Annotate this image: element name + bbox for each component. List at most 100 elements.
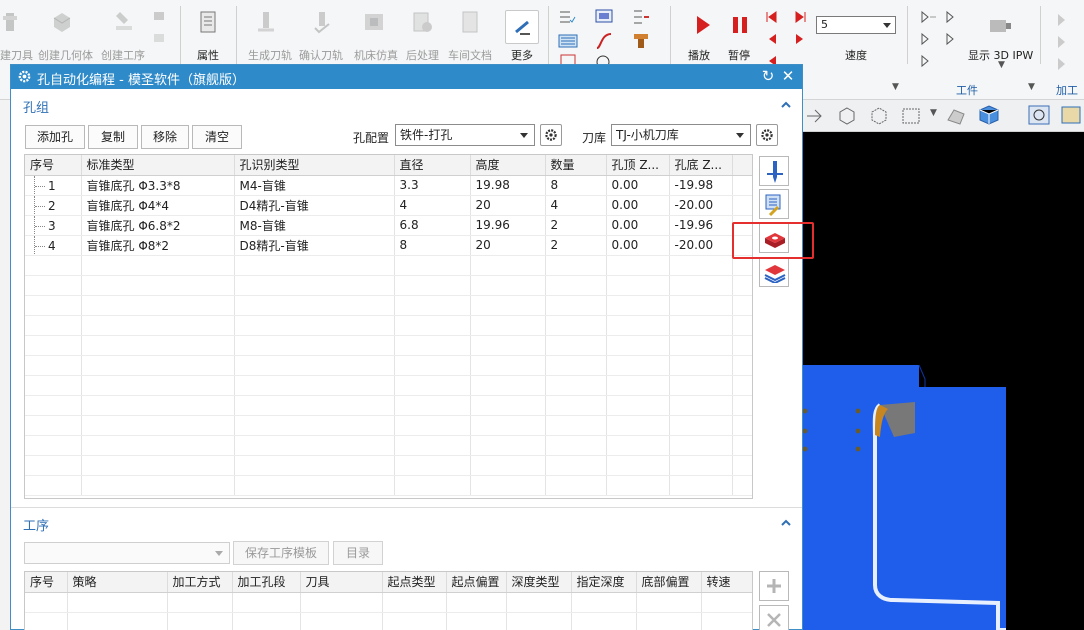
ipw-dropdown-arrow[interactable]: ▼ <box>998 60 1005 70</box>
col-header[interactable]: 加工方式 <box>167 572 233 593</box>
workpiece-e-icon[interactable] <box>945 32 963 46</box>
workpiece-b-icon[interactable] <box>920 32 938 46</box>
workpiece-c-icon[interactable] <box>920 54 938 68</box>
create-operation-icon[interactable] <box>112 10 136 34</box>
col-header[interactable]: 标准类型 <box>81 155 235 176</box>
operation-table[interactable]: 序号 策略 加工方式 加工孔段 刀具 起点类型 起点偏置 深度类型 指定深度 底… <box>24 571 753 630</box>
dialog-titlebar[interactable]: 孔自动化编程 - 模圣软件（旗舰版） ↻ ✕ <box>11 65 802 89</box>
save-template-button[interactable]: 保存工序模板 <box>233 541 329 565</box>
solid-shape-icon[interactable] <box>945 106 967 126</box>
step-back-icon[interactable] <box>764 10 778 24</box>
machining-b-icon[interactable] <box>1050 34 1068 50</box>
ribbon-item-generate[interactable]: 生成刀轨 <box>248 47 292 63</box>
zoom-fit-icon[interactable] <box>1027 104 1051 126</box>
ribbon-item-shop-docs[interactable]: 车间文档 <box>448 47 492 63</box>
table-row[interactable]: 1 盲锥底孔 Φ3.3*8 M4-盲锥 3.3 19.98 8 0.00 -19… <box>25 175 752 196</box>
list-check-icon[interactable] <box>558 8 576 26</box>
col-header[interactable]: 孔底 Z... <box>669 155 733 176</box>
ribbon-item-simulate[interactable]: 机床仿真 <box>354 47 398 63</box>
collapse-icon[interactable] <box>780 517 792 529</box>
col-header[interactable]: 加工孔段 <box>232 572 301 593</box>
col-header[interactable]: 数量 <box>545 155 607 176</box>
cube-select-icon[interactable] <box>869 106 889 126</box>
hole-config-settings-button[interactable] <box>540 124 562 146</box>
rewind-icon[interactable] <box>764 32 778 46</box>
table-row[interactable]: 4 盲锥底孔 Φ8*2 D8精孔-盲锥 8 20 2 0.00 -20.00 <box>25 235 752 256</box>
hole-params-button[interactable] <box>759 189 789 219</box>
col-header[interactable]: 直径 <box>394 155 471 176</box>
shop-doc-icon[interactable] <box>458 10 482 34</box>
machining-a-icon[interactable] <box>1050 12 1068 28</box>
chevron-down-icon[interactable]: ▼ <box>930 108 937 118</box>
col-header[interactable]: 指定深度 <box>571 572 637 593</box>
add-operation-button[interactable] <box>759 571 789 601</box>
graphics-viewport[interactable] <box>803 155 1084 630</box>
view-cube-icon[interactable] <box>977 104 1001 126</box>
catalog-button[interactable]: 目录 <box>333 541 383 565</box>
hole-table[interactable]: 序号 标准类型 孔识别类型 直径 高度 数量 孔顶 Z... 孔底 Z... 1… <box>24 154 753 499</box>
col-header[interactable]: 转速 <box>701 572 752 593</box>
ribbon-item-create-operation[interactable]: 创建工序 <box>101 47 145 63</box>
play-icon[interactable] <box>693 14 713 36</box>
ribbon-item-create-geometry[interactable]: 创建几何体 <box>38 47 93 63</box>
group-dropdown-arrow[interactable]: ▼ <box>1028 82 1035 92</box>
hole-config-select[interactable]: 铁件-打孔 <box>395 124 535 146</box>
table-row[interactable]: 3 盲锥底孔 Φ6.8*2 M8-盲锥 6.8 19.96 2 0.00 -19… <box>25 215 752 236</box>
col-header[interactable]: 起点偏置 <box>446 572 507 593</box>
ribbon-item-verify[interactable]: 确认刀轨 <box>299 47 343 63</box>
drill-tool-button[interactable] <box>759 156 789 186</box>
view-mode-icon[interactable] <box>1059 104 1083 126</box>
verify-toolpath-icon[interactable] <box>310 10 334 34</box>
ribbon-item-properties[interactable]: 属性 <box>197 47 219 63</box>
multi-block-button[interactable] <box>759 257 789 287</box>
table-row[interactable]: 2 盲锥底孔 Φ4*4 D4精孔-盲锥 4 20 4 0.00 -20.00 <box>25 195 752 216</box>
arrow-icon[interactable] <box>805 106 825 126</box>
clear-button[interactable]: 清空 <box>192 125 242 149</box>
workpiece-a-icon[interactable] <box>920 10 938 24</box>
col-header[interactable]: 起点类型 <box>382 572 447 593</box>
ribbon-item-more[interactable]: 更多 <box>511 47 533 63</box>
display-icon[interactable] <box>595 8 613 26</box>
col-header[interactable]: 底部偏置 <box>636 572 702 593</box>
remove-button[interactable]: 移除 <box>141 125 189 149</box>
group-dropdown-arrow[interactable]: ▼ <box>892 82 899 92</box>
pause-button[interactable]: 暂停 <box>728 47 750 63</box>
gear-icon[interactable] <box>17 69 32 84</box>
close-icon[interactable]: ✕ <box>780 68 796 84</box>
pause-icon[interactable] <box>730 14 750 36</box>
postprocess-icon[interactable] <box>410 10 434 34</box>
machine-sim-icon[interactable] <box>362 10 386 34</box>
workpiece-d-icon[interactable] <box>945 10 963 24</box>
col-header[interactable]: 孔识别类型 <box>234 155 395 176</box>
more-button[interactable] <box>505 10 539 44</box>
ribbon-item-create-tool[interactable]: 建刀具 <box>0 47 33 63</box>
forward-icon[interactable] <box>794 32 808 46</box>
reset-icon[interactable]: ↻ <box>760 68 776 84</box>
col-header[interactable]: 序号 <box>25 572 68 593</box>
step-forward-icon[interactable] <box>794 10 808 24</box>
ribbon-item-postprocess[interactable]: 后处理 <box>406 47 439 63</box>
machining-c-icon[interactable] <box>1050 56 1068 72</box>
hexagon-icon[interactable] <box>837 106 857 126</box>
collapse-icon[interactable] <box>780 99 792 111</box>
small-tools-icon[interactable] <box>150 8 168 48</box>
col-header[interactable]: 高度 <box>470 155 546 176</box>
col-header[interactable]: 深度类型 <box>506 572 572 593</box>
layer-icon[interactable] <box>558 32 578 50</box>
generate-toolpath-icon[interactable] <box>254 10 278 34</box>
col-header[interactable]: 策略 <box>67 572 168 593</box>
curve-icon[interactable] <box>595 32 613 50</box>
tool-holder-icon[interactable] <box>632 32 650 50</box>
split-icon[interactable] <box>632 8 650 26</box>
create-tool-icon[interactable] <box>0 10 24 34</box>
ipw-icon[interactable] <box>987 14 1013 38</box>
tool-library-select[interactable]: TJ-小机刀库 <box>611 124 751 146</box>
add-hole-button[interactable]: 添加孔 <box>25 125 85 149</box>
speed-select[interactable]: 5 <box>816 16 896 34</box>
create-geometry-icon[interactable] <box>50 10 74 34</box>
delete-operation-button[interactable] <box>759 605 789 630</box>
col-header[interactable]: 序号 <box>25 155 82 176</box>
copy-button[interactable]: 复制 <box>88 125 138 149</box>
tool-library-settings-button[interactable] <box>756 124 778 146</box>
properties-icon[interactable] <box>197 10 221 34</box>
